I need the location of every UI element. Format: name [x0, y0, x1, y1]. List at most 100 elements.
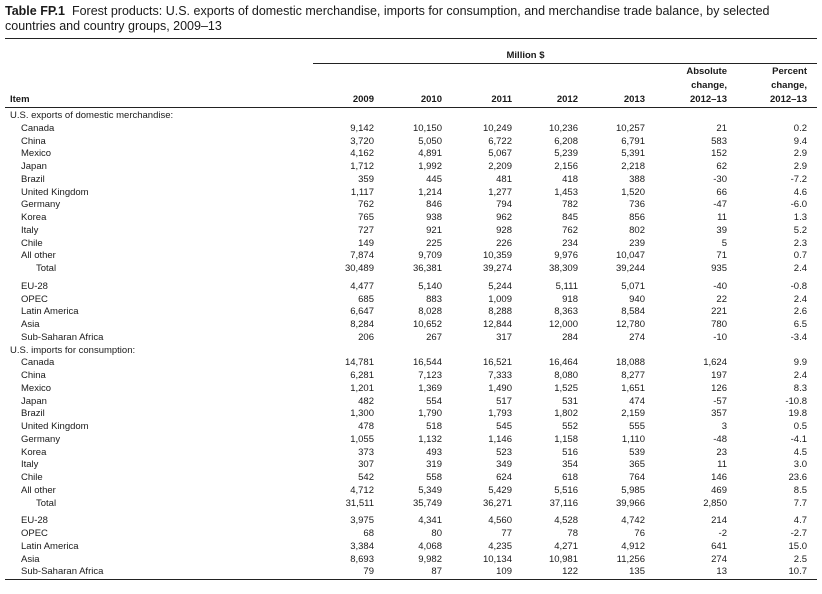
table-cell: 0.7: [793, 250, 807, 262]
table-cell: 4,742: [621, 515, 645, 527]
row-label: All other: [21, 484, 56, 496]
table-cell: 354: [562, 459, 578, 471]
table-cell: 482: [358, 395, 374, 407]
table-cell: 4,235: [488, 540, 512, 552]
unit-rule: [313, 63, 817, 64]
table-cell: 531: [562, 395, 578, 407]
table-cell: 5,071: [621, 280, 645, 292]
row-label: Chile: [21, 237, 43, 249]
table-cell: 23: [716, 446, 727, 458]
year-header-2011: 2011: [491, 94, 512, 105]
table-cell: 10,249: [482, 122, 512, 134]
table-cell: 1,158: [554, 433, 578, 445]
table-cell: 10,047: [615, 250, 645, 262]
table-cell: 307: [358, 459, 374, 471]
table-cell: 79: [363, 566, 374, 578]
table-cell: 5: [721, 237, 727, 249]
table-cell: 80: [431, 528, 442, 539]
table-cell: 2.4: [793, 263, 807, 274]
table-cell: 918: [562, 293, 578, 305]
table-cell: 6,208: [554, 135, 578, 147]
table-cell: 517: [496, 395, 512, 407]
table-cell: 1,992: [418, 161, 442, 172]
table-cell: 2.4: [793, 370, 807, 381]
table-cell: -48: [713, 433, 727, 445]
row-label: Sub-Saharan Africa: [21, 566, 104, 578]
table-cell: 478: [358, 421, 374, 432]
table-cell: 4,162: [350, 148, 374, 160]
table-cell: 388: [629, 173, 645, 185]
table-cell: 9,142: [350, 122, 374, 134]
table-cell: -10.8: [785, 395, 807, 407]
row-label: OPEC: [21, 293, 48, 305]
table-cell: 4.5: [793, 446, 807, 458]
table-cell: 22: [716, 293, 727, 305]
table-cell: 4,271: [554, 540, 578, 552]
table-cell: 3,975: [350, 515, 374, 527]
table-cell: 9,976: [554, 250, 578, 262]
table-cell: 2.6: [793, 306, 807, 318]
table-cell: 5,239: [554, 148, 578, 160]
table-cell: 1,624: [703, 357, 727, 369]
row-label: EU-28: [21, 515, 48, 527]
table-cell: 4,891: [418, 148, 442, 160]
table-cell: 8,693: [350, 553, 374, 565]
table-cell: -3.4: [790, 331, 807, 343]
table-cell: 4,912: [621, 540, 645, 552]
table-cell: 319: [426, 459, 442, 471]
table-cell: 68: [363, 528, 374, 539]
table-cell: 418: [562, 173, 578, 185]
table-cell: 618: [562, 472, 578, 483]
table-cell: 71: [716, 250, 727, 262]
table-cell: 1.3: [793, 212, 807, 223]
table-cell: 2.9: [793, 148, 807, 160]
table-cell: 2.3: [793, 237, 807, 249]
table-cell: 7,333: [488, 370, 512, 381]
table-cell: 36,381: [412, 263, 442, 274]
table-cell: 1,712: [350, 161, 374, 172]
table-cell: 846: [426, 199, 442, 211]
table-cell: 10,359: [482, 250, 512, 262]
table-cell: -4.1: [790, 433, 807, 445]
table-cell: 8.3: [793, 382, 807, 394]
table-cell: 6,647: [350, 306, 374, 318]
row-label: United Kingdom: [21, 186, 89, 198]
table-cell: 31,511: [345, 497, 374, 509]
table-cell: 469: [711, 484, 727, 496]
table-cell: 206: [358, 331, 374, 343]
table-cell: 13: [716, 566, 727, 578]
table-cell: 10,981: [548, 553, 578, 565]
year-header-2012: 2012: [556, 94, 578, 105]
table-cell: -7.2: [790, 173, 807, 185]
table-cell: 1,117: [350, 186, 374, 198]
table-cell: 239: [629, 237, 645, 249]
table-cell: 4,560: [488, 515, 512, 527]
abs-change-header-1: Absolute: [686, 66, 727, 77]
table-cell: 6,722: [488, 135, 512, 147]
row-label: Total: [36, 263, 57, 274]
table-cell: 2,156: [554, 161, 578, 172]
table-cell: 9.9: [793, 357, 807, 369]
table-cell: 2.4: [793, 293, 807, 305]
table-cell: 7.7: [793, 497, 807, 509]
abs-change-header-3: 2012–13: [690, 94, 727, 105]
table-cell: 3,720: [350, 135, 374, 147]
table-cell: 3: [721, 421, 727, 432]
row-label: All other: [21, 250, 56, 262]
table-cell: 6,281: [350, 370, 374, 381]
row-label: China: [21, 135, 46, 147]
table-cell: 0.5: [793, 421, 807, 432]
year-header-2013: 2013: [623, 94, 645, 105]
table-cell: 1,277: [488, 186, 512, 198]
row-label: United Kingdom: [21, 421, 89, 432]
table-cell: 37,116: [549, 497, 578, 509]
table-cell: 764: [629, 472, 645, 483]
row-label: Asia: [21, 319, 40, 330]
table-cell: 16,521: [482, 357, 512, 369]
table-cell: 493: [426, 446, 442, 458]
table-cell: 10,652: [412, 319, 442, 330]
table-cell: 5,349: [418, 484, 442, 496]
table-cell: 234: [562, 237, 578, 249]
table-cell: 474: [629, 395, 645, 407]
table-cell: -6.0: [790, 199, 807, 211]
